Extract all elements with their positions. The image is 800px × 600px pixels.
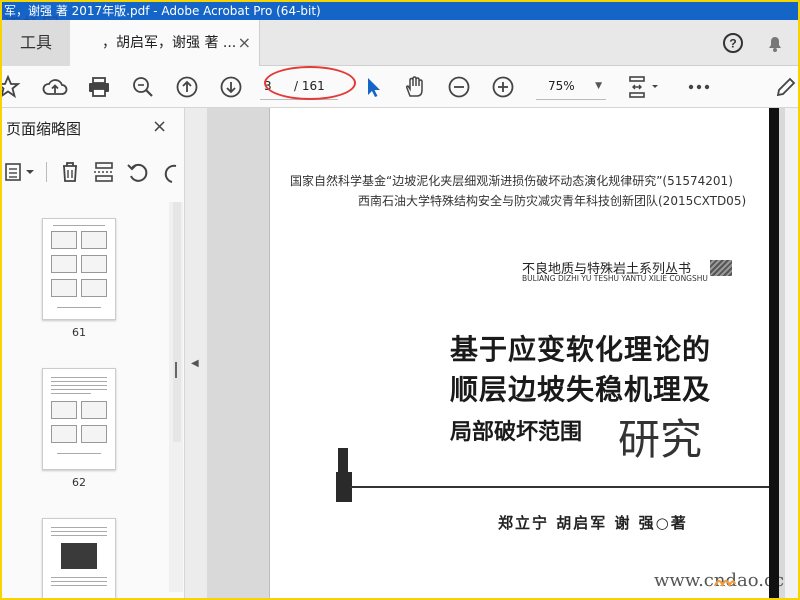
thumb-text-line <box>51 527 107 528</box>
thumb-text-line <box>51 581 107 582</box>
title-rule <box>350 486 770 488</box>
book-title-line-4: 研究 <box>618 415 703 464</box>
rotate-clockwise-icon[interactable] <box>160 160 184 184</box>
annotation-red-oval <box>264 66 356 100</box>
thumb-figure <box>51 425 77 443</box>
thumb-figure <box>51 401 77 419</box>
thumb-photo <box>61 543 97 569</box>
acrobat-window: 军，谢强 著 2017年版.pdf - Adobe Acrobat Pro (6… <box>2 2 798 598</box>
thumbnail-options-icon[interactable] <box>4 160 40 184</box>
bookmark-star-icon[interactable] <box>2 75 28 99</box>
previous-page-icon[interactable] <box>174 75 200 99</box>
thumb-figure <box>81 279 107 297</box>
help-icon[interactable]: ? <box>722 32 744 54</box>
thumb-figure <box>81 231 107 249</box>
thumb-figure <box>81 255 107 273</box>
thumb-text-line <box>51 577 107 578</box>
tab-close-icon[interactable]: × <box>238 20 251 66</box>
insert-page-icon[interactable] <box>92 160 116 184</box>
hand-tool-icon[interactable] <box>402 75 428 99</box>
panel-toolbar-divider <box>46 162 47 182</box>
thumb-text-line <box>51 385 107 386</box>
funding-line-1: 国家自然科学基金“边坡泥化夹层细观渐进损伤破坏动态演化规律研究”(5157420… <box>290 174 733 188</box>
thumb-text-line <box>51 531 107 532</box>
more-options-icon[interactable] <box>686 75 712 99</box>
scrollbar-thumb[interactable] <box>173 202 181 442</box>
zoom-in-icon[interactable] <box>490 75 516 99</box>
thumb-figure <box>51 279 77 297</box>
thumb-text-line <box>51 585 107 586</box>
thumb-text-line <box>51 381 107 382</box>
select-cursor-icon[interactable] <box>360 75 386 99</box>
book-title-line-3: 局部破坏范围 <box>450 420 583 445</box>
tab-document-label: ，胡启军，谢强 著 ... <box>102 35 237 51</box>
scroll-position-marker <box>175 362 177 378</box>
rotate-counterclockwise-icon[interactable] <box>126 160 150 184</box>
thumbnail-label: 61 <box>72 326 86 339</box>
tab-bar: 工具 ，胡启军，谢强 著 ... × ? <box>2 20 798 66</box>
thumb-text-line <box>51 389 107 390</box>
thumb-text-line <box>51 535 107 536</box>
next-page-icon[interactable] <box>218 75 244 99</box>
print-icon[interactable] <box>86 75 112 99</box>
panel-close-icon[interactable]: × <box>152 116 167 137</box>
thumbnail-panel: 页面缩略图 × 61 62 <box>2 108 185 598</box>
funding-line-2: 西南石油大学特殊结构安全与防灾减灾青年科技创新团队(2015CXTD05) <box>358 194 747 208</box>
thumb-text-line <box>51 377 107 378</box>
bell-icon[interactable] <box>764 32 786 54</box>
tab-tools[interactable]: 工具 <box>2 20 70 66</box>
thumb-text-line <box>51 393 91 394</box>
document-view: 国家自然科学基金“边坡泥化夹层细观渐进损伤破坏动态演化规律研究”(5157420… <box>207 108 798 598</box>
thumbnail-list: 61 62 <box>2 202 180 598</box>
watermark-logo-icon <box>714 579 736 587</box>
zoom-out-icon[interactable] <box>446 75 472 99</box>
thumb-text-line <box>53 225 105 226</box>
zoom-dropdown[interactable]: 75% ▼ <box>536 74 606 100</box>
thumb-figure <box>51 231 77 249</box>
page-edge-shadow <box>769 108 779 598</box>
zoom-search-icon[interactable] <box>130 75 156 99</box>
thumbnail-page-63[interactable] <box>42 518 116 598</box>
book-authors: 郑立宁 胡启军 谢 强○著 <box>498 514 688 532</box>
tab-document[interactable]: ，胡启军，谢强 著 ... × <box>70 20 260 66</box>
book-title-line-1: 基于应变软化理论的 <box>450 333 712 366</box>
thumb-text-line <box>57 453 101 454</box>
zoom-value: 75% <box>548 79 575 93</box>
thumb-text-line <box>57 307 101 308</box>
thumb-figure <box>81 425 107 443</box>
main-toolbar: 3 / 161 75% ▼ <box>2 66 798 108</box>
book-title-line-2: 顺层边坡失稳机理及 <box>450 373 712 406</box>
collapse-panel-icon[interactable]: ◀ <box>191 358 199 369</box>
thumb-figure <box>51 255 77 273</box>
page-fit-icon[interactable] <box>626 75 662 99</box>
series-logo <box>710 260 732 276</box>
svg-text:?: ? <box>729 37 736 51</box>
panel-title: 页面缩略图 <box>6 120 82 138</box>
thumbnail-page-61[interactable] <box>42 218 116 320</box>
series-pinyin: BULIANG DIZHI YU TESHU YANTU XILIE CONGS… <box>522 274 708 283</box>
chevron-down-icon: ▼ <box>595 81 602 91</box>
thumbnail-label: 62 <box>72 476 86 489</box>
thumbnail-scrollbar[interactable] <box>169 202 183 592</box>
window-title-bar: 军，谢强 著 2017年版.pdf - Adobe Acrobat Pro (6… <box>2 2 798 20</box>
thumb-figure <box>81 401 107 419</box>
trash-icon[interactable] <box>58 160 82 184</box>
sign-icon[interactable] <box>774 75 798 99</box>
panel-toolbar <box>2 154 185 190</box>
thumbnail-page-62[interactable] <box>42 368 116 470</box>
pdf-page: 国家自然科学基金“边坡泥化夹层细观渐进损伤破坏动态演化规律研究”(5157420… <box>269 108 784 598</box>
document-scrollbar[interactable] <box>785 108 798 598</box>
upload-cloud-icon[interactable] <box>42 75 68 99</box>
panel-splitter[interactable]: ◀ <box>185 108 207 598</box>
